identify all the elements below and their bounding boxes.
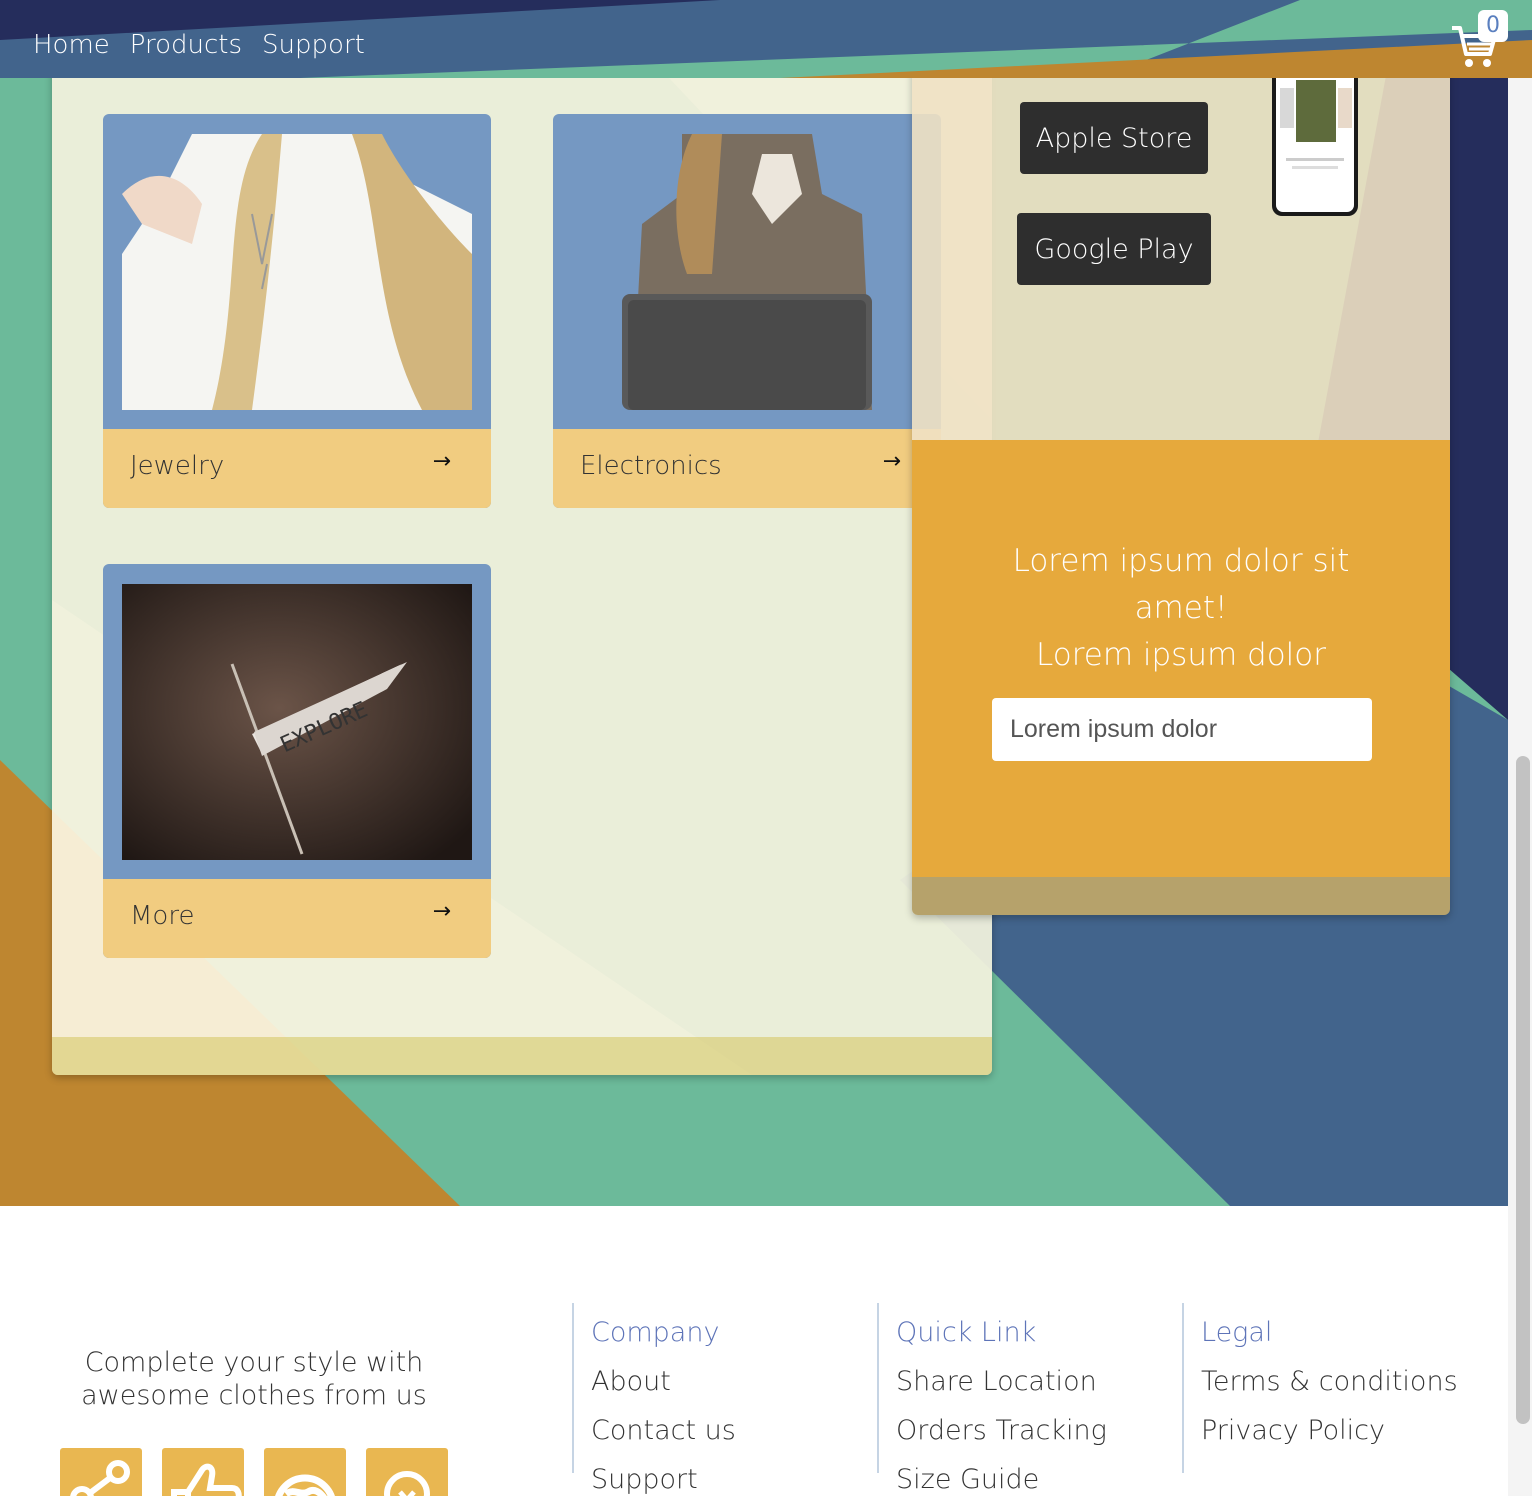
footer-column-quick-link: Quick Link Share Location Orders Trackin… xyxy=(877,1303,1107,1495)
woman-with-necklace-photo xyxy=(122,134,472,410)
footer-heading-quick-link: Quick Link xyxy=(896,1317,1037,1348)
share-button[interactable] xyxy=(60,1448,142,1496)
globe-button[interactable] xyxy=(264,1448,346,1496)
woman-with-laptop-photo xyxy=(572,134,922,410)
footer-tagline: Complete your style with awesome clothes… xyxy=(81,1347,427,1411)
nav-support[interactable]: Support xyxy=(262,30,365,60)
arrow-right-icon: → xyxy=(432,899,451,924)
panel-bottom-stripe xyxy=(52,1037,992,1075)
phone-mockup-image xyxy=(1272,60,1358,216)
footer-link-support[interactable]: Support xyxy=(591,1464,736,1495)
category-label-electronics: Electronics xyxy=(580,451,722,481)
like-button[interactable] xyxy=(162,1448,244,1496)
footer-column-company: Company About Contact us Support xyxy=(572,1303,736,1495)
footer-heading-company: Company xyxy=(591,1317,720,1348)
google-play-button[interactable]: Google Play xyxy=(1017,213,1211,285)
globe-icon xyxy=(275,1474,335,1496)
footer-link-contact[interactable]: Contact us xyxy=(591,1415,736,1446)
nav-home[interactable]: Home xyxy=(33,30,110,60)
footer: Complete your style with awesome clothes… xyxy=(0,1206,1508,1496)
category-card-jewelry[interactable]: Jewelry → xyxy=(103,114,491,508)
panel-bottom-stripe xyxy=(912,877,1450,915)
footer-link-share-location[interactable]: Share Location xyxy=(896,1366,1107,1397)
top-nav: Home Products Support 0 xyxy=(0,0,1532,78)
category-label-jewelry: Jewelry xyxy=(130,451,225,481)
cart-count-badge: 0 xyxy=(1478,10,1508,42)
cart-button[interactable]: 0 xyxy=(1450,10,1510,70)
promo-email-input[interactable] xyxy=(992,698,1372,761)
lightbulb-icon xyxy=(384,1471,430,1496)
footer-heading-legal: Legal xyxy=(1201,1317,1273,1348)
category-card-electronics[interactable]: Electronics → xyxy=(553,114,941,508)
thumbs-up-icon xyxy=(171,1463,242,1496)
category-label-more: More xyxy=(130,901,195,931)
footer-link-about[interactable]: About xyxy=(591,1366,736,1397)
category-card-more[interactable]: EXPLORE More → xyxy=(103,564,491,958)
arrow-right-icon: → xyxy=(882,449,901,474)
idea-button[interactable] xyxy=(366,1448,448,1496)
footer-link-orders-tracking[interactable]: Orders Tracking xyxy=(896,1415,1107,1446)
promo-text: Lorem ipsum dolor sit amet! Lorem ipsum … xyxy=(982,538,1380,679)
promo-line-2: Lorem ipsum dolor xyxy=(1036,637,1326,673)
nav-products[interactable]: Products xyxy=(130,30,242,60)
promo-line-1: Lorem ipsum dolor sit amet! xyxy=(1012,543,1350,626)
footer-link-terms[interactable]: Terms & conditions xyxy=(1201,1366,1458,1397)
arrow-right-icon: → xyxy=(432,449,451,474)
categories-panel: Jewelry → Electronics → EXPLORE More → xyxy=(52,60,992,1075)
share-icon xyxy=(70,1460,130,1496)
scrollbar-thumb[interactable] xyxy=(1516,756,1530,1424)
footer-column-legal: Legal Terms & conditions Privacy Policy xyxy=(1182,1303,1458,1473)
explore-pennant-photo: EXPLORE xyxy=(122,584,472,860)
apple-store-button[interactable]: Apple Store xyxy=(1020,102,1208,174)
app-download-panel: Apple Store Google Play Lorem ipsum dolo… xyxy=(912,60,1450,915)
footer-link-size-guide[interactable]: Size Guide xyxy=(896,1464,1107,1495)
footer-link-privacy[interactable]: Privacy Policy xyxy=(1201,1415,1458,1446)
